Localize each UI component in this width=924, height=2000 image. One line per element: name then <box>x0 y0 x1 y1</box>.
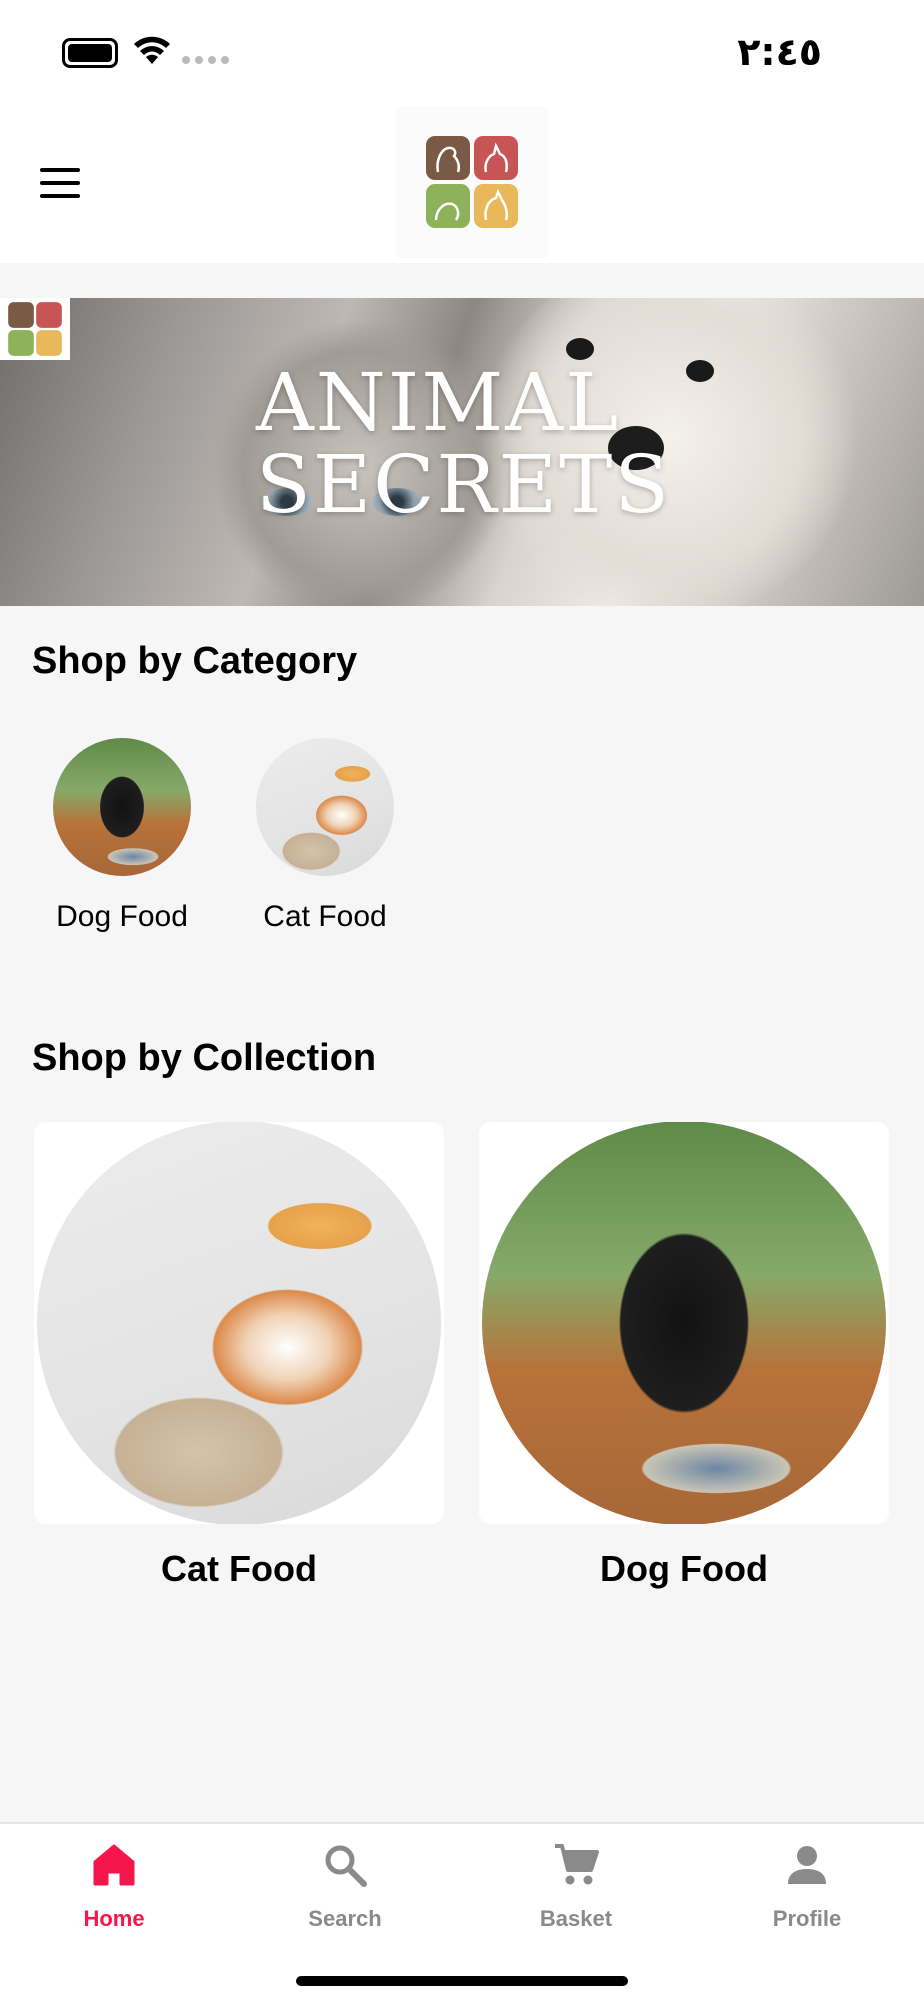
collection-card-cat-food[interactable]: Cat Food <box>34 1122 444 1590</box>
category-item-cat-food[interactable]: Cat Food <box>250 738 400 934</box>
cat-food-collection-image <box>37 1122 441 1524</box>
nav-search[interactable]: Search <box>255 1842 435 1932</box>
signal-strength-icon <box>182 56 229 64</box>
home-indicator[interactable] <box>296 1976 628 1986</box>
search-icon <box>325 1845 367 1887</box>
bottom-navigation: Home Search Basket Profile <box>0 1822 924 2000</box>
collection-card-dog-food[interactable]: Dog Food <box>479 1122 889 1590</box>
banner-logo-badge <box>0 298 70 360</box>
category-label: Cat Food <box>263 900 387 933</box>
app-header <box>0 100 924 263</box>
collection-section-title: Shop by Collection <box>32 1037 377 1079</box>
category-item-dog-food[interactable]: Dog Food <box>47 738 197 934</box>
cat-food-image <box>256 738 394 876</box>
nav-label: Profile <box>772 1906 842 1931</box>
collection-image-frame <box>479 1122 889 1524</box>
nav-basket[interactable]: Basket <box>486 1842 666 1932</box>
status-time: ٢:٤٥ <box>737 30 822 74</box>
category-label: Dog Food <box>56 900 188 933</box>
dog-food-collection-image <box>482 1122 886 1524</box>
collection-label: Cat Food <box>161 1548 317 1589</box>
hero-banner[interactable]: ANIMAL SECRETS <box>0 298 924 606</box>
nav-profile[interactable]: Profile <box>717 1842 897 1932</box>
banner-title-line1: ANIMAL <box>256 356 621 449</box>
nav-label: Basket <box>539 1906 613 1931</box>
nav-label: Home <box>83 1906 145 1931</box>
cart-icon <box>555 1844 599 1885</box>
wifi-icon <box>134 36 170 64</box>
banner-title-line2: SECRETS <box>256 438 672 531</box>
hamburger-menu-icon[interactable] <box>40 168 80 198</box>
nav-home[interactable]: Home <box>24 1842 204 1932</box>
pet-tiles-logo-icon <box>426 136 518 228</box>
status-bar: ٢:٤٥ <box>0 0 924 100</box>
nav-label: Search <box>308 1906 382 1931</box>
category-section-title: Shop by Category <box>32 640 358 682</box>
collection-image-frame <box>34 1122 444 1524</box>
collection-label: Dog Food <box>600 1548 768 1589</box>
battery-icon <box>62 38 118 68</box>
profile-icon <box>788 1846 826 1884</box>
brand-logo[interactable] <box>396 106 548 258</box>
banner-title: ANIMAL SECRETS <box>256 362 676 526</box>
pet-tiles-logo-icon <box>8 302 62 356</box>
home-icon <box>93 1844 135 1886</box>
dog-food-image <box>53 738 191 876</box>
